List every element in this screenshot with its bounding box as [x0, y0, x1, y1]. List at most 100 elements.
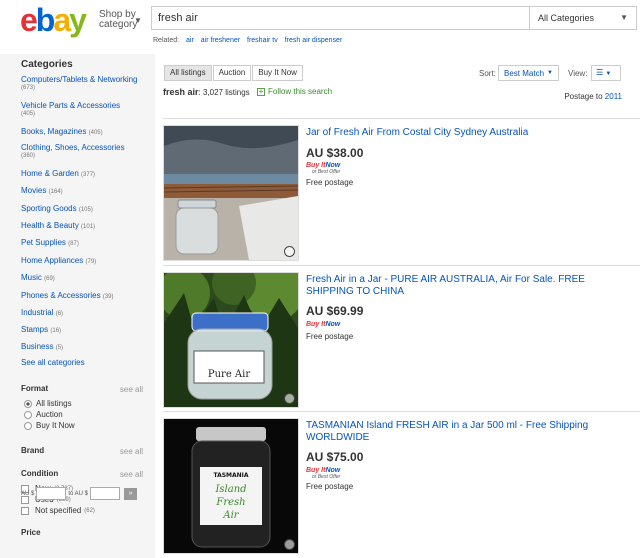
price-heading: Price	[21, 528, 41, 537]
chevron-down-icon[interactable]: ▼	[134, 16, 142, 25]
item-title-link[interactable]: TASMANIAN Island FRESH AIR in a Jar 500 …	[306, 420, 596, 444]
sidebar-category[interactable]: Books, Magazines (405)	[21, 127, 103, 136]
item-title-link[interactable]: Jar of Fresh Air From Costal City Sydney…	[306, 127, 596, 139]
sidebar-category[interactable]: Clothing, Shoes, Accessories	[21, 143, 125, 152]
view-label: View:	[568, 69, 588, 78]
checkbox[interactable]	[21, 506, 29, 515]
ebay-logo[interactable]: ebay	[20, 4, 87, 36]
price-max-input[interactable]	[90, 487, 121, 500]
jar-label-text: Pure Air	[208, 369, 250, 380]
condition-see-all-link[interactable]: see all	[120, 470, 143, 479]
search-input[interactable]: fresh air	[151, 6, 529, 30]
condition-heading: Condition	[21, 469, 59, 478]
plus-icon: +	[257, 87, 265, 96]
radio[interactable]	[24, 410, 32, 419]
format-option-auction[interactable]: Auction	[24, 410, 63, 419]
price-go-button[interactable]: »	[124, 487, 138, 500]
sort-dropdown[interactable]: Best Match ▼	[498, 65, 559, 81]
list-item: Jar of Fresh Air From Costal City Sydney…	[163, 118, 640, 265]
format-option-buy-it-now[interactable]: Buy It Now	[24, 421, 75, 430]
follow-search-link[interactable]: + Follow this search	[257, 87, 332, 96]
category-count: (360)	[21, 153, 36, 159]
jar-label-text: Fresh	[215, 497, 245, 508]
list-item: Pure Air Fresh Air in a Jar - PURE AIR A…	[163, 265, 640, 411]
format-see-all-link[interactable]: see all	[120, 385, 143, 394]
sidebar-category[interactable]: Music (69)	[21, 273, 55, 282]
zoom-icon[interactable]	[284, 539, 295, 550]
sidebar-category[interactable]: Health & Beauty (101)	[21, 221, 95, 230]
zoom-icon[interactable]	[284, 246, 295, 257]
tab-auction[interactable]: Auction	[212, 65, 252, 81]
sidebar-category[interactable]: Stamps (16)	[21, 325, 61, 334]
sidebar-category[interactable]: Computers/Tablets & Networking	[21, 75, 138, 84]
buy-it-text: Buy It	[306, 321, 326, 328]
now-text: Now	[325, 467, 341, 474]
shop-by-category-button[interactable]: Shop by category	[99, 10, 137, 30]
related-link[interactable]: air freshener	[201, 37, 240, 44]
category-select[interactable]: All Categories ▼	[529, 6, 637, 30]
radio-selected[interactable]	[24, 399, 32, 408]
jar-photo	[164, 126, 298, 260]
item-shipping: Free postage	[306, 332, 354, 341]
category-label: category	[99, 19, 138, 30]
jar-label-text: TASMANIA	[213, 472, 248, 479]
item-price: AU $75.00	[306, 450, 364, 464]
jar-photo: Pure Air	[164, 273, 298, 407]
sidebar: Categories Computers/Tablets & Networkin…	[0, 54, 155, 558]
tab-buy-it-now[interactable]: Buy It Now	[252, 65, 303, 81]
item-image[interactable]	[163, 125, 299, 261]
buy-it-text: Buy It	[306, 467, 326, 474]
postage-location-link[interactable]: 2011	[605, 92, 622, 101]
sidebar-category[interactable]: Business (5)	[21, 342, 63, 351]
sidebar-category[interactable]: Sporting Goods (105)	[21, 204, 93, 213]
sidebar-category[interactable]: Pet Supplies (87)	[21, 238, 79, 247]
related-link[interactable]: air	[186, 37, 194, 44]
jar-label-text: Island	[214, 484, 246, 495]
sidebar-category[interactable]: Phones & Accessories (39)	[21, 291, 114, 300]
chevron-down-icon: ▼	[620, 13, 628, 22]
best-offer-text: or Best Offer	[312, 474, 341, 480]
buy-it-now-logo: Buy ItNow or Best Offer	[306, 467, 340, 481]
now-text: Now	[325, 321, 341, 328]
query-text: fresh air	[163, 87, 199, 97]
buy-it-now-logo: Buy ItNow	[306, 321, 340, 328]
price-to-label: to AU $	[68, 490, 89, 497]
sidebar-category[interactable]: Vehicle Parts & Accessories	[21, 101, 120, 110]
header: ebay Shop by category ▼ fresh air All Ca…	[0, 0, 640, 54]
zoom-icon[interactable]	[284, 393, 295, 404]
condition-not-specified[interactable]: Not specified (62)	[21, 506, 95, 515]
item-shipping: Free postage	[306, 178, 354, 187]
item-shipping: Free postage	[306, 482, 354, 491]
sidebar-category[interactable]: Home & Garden (377)	[21, 169, 95, 178]
sidebar-category[interactable]: Movies (164)	[21, 186, 63, 195]
sidebar-category[interactable]: Home Appliances (79)	[21, 256, 96, 265]
related-link[interactable]: freshair tv	[247, 37, 278, 44]
view-dropdown[interactable]: ☰ ▼	[591, 65, 621, 81]
tab-all-listings[interactable]: All listings	[164, 65, 212, 81]
sidebar-category[interactable]: Industrial (6)	[21, 308, 63, 317]
brand-heading: Brand	[21, 446, 45, 455]
item-price: AU $38.00	[306, 146, 364, 160]
see-all-categories-link[interactable]: See all categories	[21, 358, 85, 367]
item-image[interactable]: Pure Air	[163, 272, 299, 408]
chevron-down-icon: ▼	[605, 71, 612, 77]
price-min-input[interactable]	[36, 487, 67, 500]
results-panel: All listings Auction Buy It Now Sort: Be…	[155, 54, 640, 558]
item-image[interactable]: TASMANIA Island Fresh Air	[163, 418, 299, 554]
jar-photo: TASMANIA Island Fresh Air	[164, 419, 298, 553]
list-item: TASMANIA Island Fresh Air TASMANIAN Isla…	[163, 411, 640, 558]
result-count: fresh air: 3,027 listings	[163, 87, 250, 97]
sort-label: Sort:	[479, 69, 496, 78]
related-link[interactable]: fresh air dispenser	[285, 37, 343, 44]
format-option-all[interactable]: All listings	[24, 399, 72, 408]
brand-see-all-link[interactable]: see all	[120, 447, 143, 456]
related-label: Related:	[153, 37, 180, 44]
item-title-link[interactable]: Fresh Air in a Jar - PURE AIR AUSTRALIA,…	[306, 274, 596, 298]
postage-to: Postage to 2011	[564, 92, 622, 101]
list-view-icon: ☰	[596, 68, 604, 77]
jar-label-text: Air	[222, 510, 239, 521]
category-select-value: All Categories	[538, 13, 595, 23]
now-text: Now	[325, 162, 341, 169]
radio[interactable]	[24, 421, 32, 430]
category-count: (673)	[21, 85, 36, 91]
